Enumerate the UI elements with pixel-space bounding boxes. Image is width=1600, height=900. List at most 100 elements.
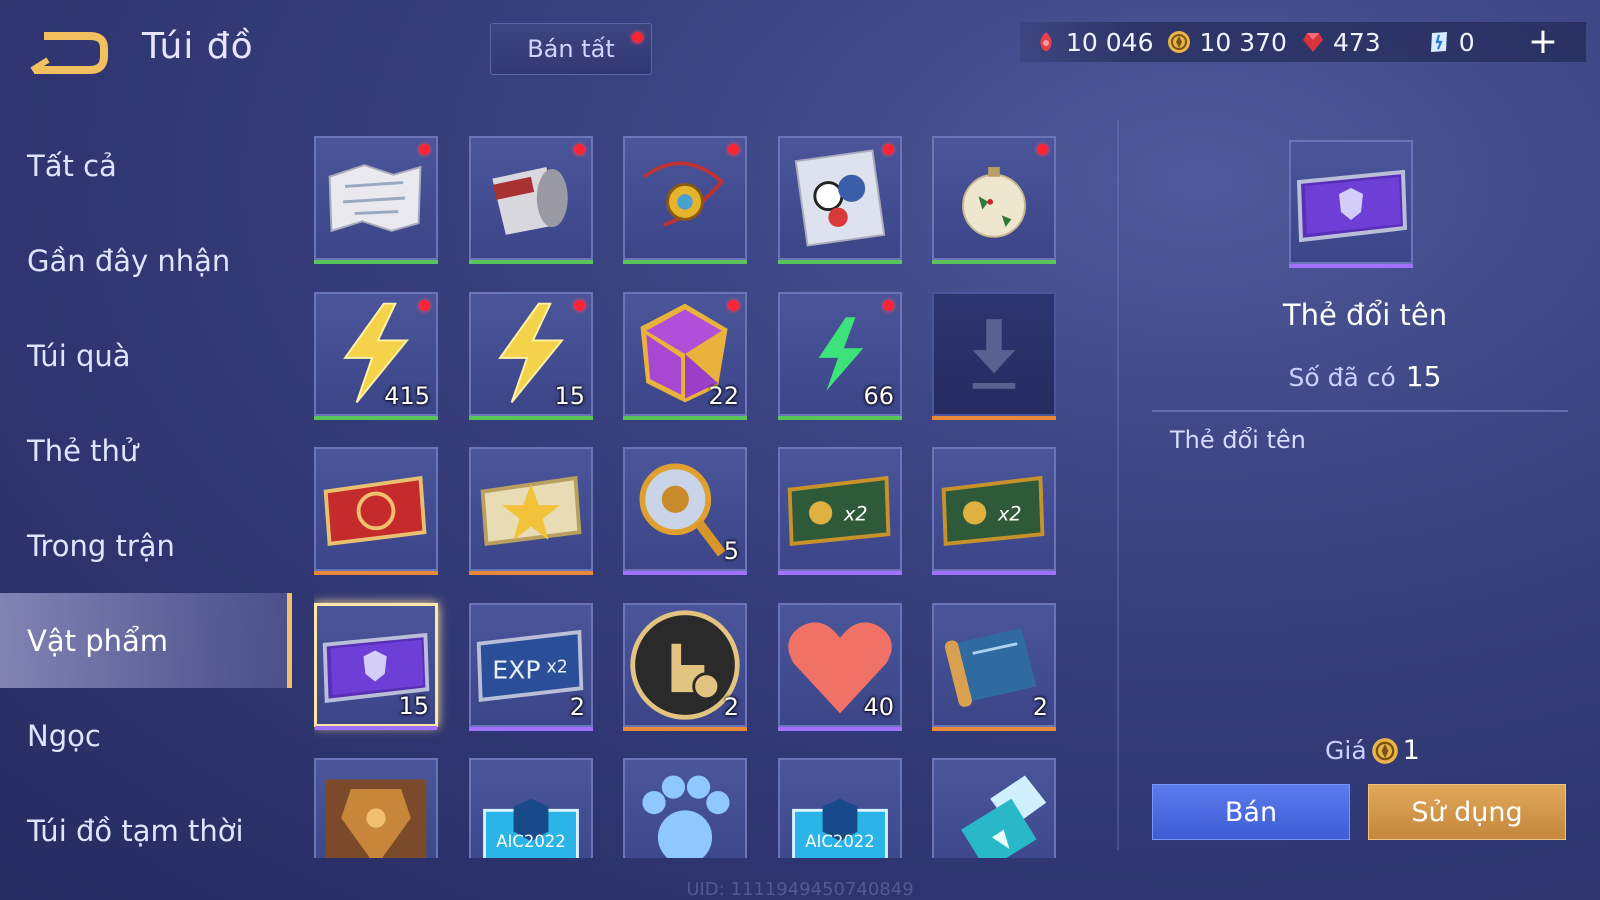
svg-text:EXP: EXP [492,656,540,685]
inventory-slot[interactable] [932,758,1056,858]
item-count: 2 [1032,693,1048,721]
rarity-bar [469,416,593,420]
user-id: UID: 1111949450740849 [686,879,914,900]
inventory-slot[interactable]: 2 [932,603,1056,731]
inventory-slot[interactable] [314,136,438,264]
sell-all-button[interactable]: Bán tất [490,23,652,75]
inventory-slot[interactable]: 2 [623,603,747,731]
new-item-dot [728,144,739,155]
sidebar-item-recent[interactable]: Gần đây nhận [0,213,292,308]
item-detail-panel: Thẻ đổi tên Số đã có 15 Thẻ đổi tên Giá 1… [1150,120,1580,860]
panel-divider [1117,120,1119,850]
sidebar-item-temp-bag[interactable]: Túi đồ tạm thời [0,783,292,878]
new-item-dot [419,300,430,311]
currency-value: 0 [1458,27,1475,57]
christmas-ornament-icon [962,167,1026,238]
detail-divider [1152,410,1568,412]
sidebar-item-gems[interactable]: Ngọc [0,688,292,783]
sell-button[interactable]: Bán [1152,784,1350,840]
new-item-dot [728,300,739,311]
rarity-bar [314,571,438,575]
rarity-bar [623,416,747,420]
sidebar-item-gift-bags[interactable]: Túi quà [0,308,292,403]
add-currency-button[interactable]: + [1528,24,1558,60]
inventory-slot[interactable]: x2 [932,447,1056,575]
back-button[interactable] [28,30,108,74]
owned-label: Số đã có [1288,363,1396,392]
sidebar-item-in-match[interactable]: Trong trận [0,498,292,593]
inventory-slot[interactable]: 66 [778,292,902,420]
red-ticket-icon [323,475,427,547]
top-bar: Túi đồ Bán tất 10 046 10 370 473 0 + [0,0,1600,95]
rarity-bar [314,416,438,420]
inventory-slot[interactable] [932,136,1056,264]
svg-text:x2: x2 [843,503,868,526]
amulet-necklace-icon [643,161,725,227]
sidebar-item-label: Túi đồ tạm thời [27,813,244,848]
currency-value: 473 [1332,27,1381,57]
inventory-slot[interactable]: EXP x2 2 [469,603,593,731]
sidebar-item-label: Vật phẩm [27,623,169,658]
inventory-slot[interactable]: AIC2022 [469,758,593,858]
sell-all-label: Bán tất [527,35,615,63]
inventory-slot[interactable]: 15 [469,292,593,420]
inventory-slot[interactable] [314,758,438,858]
category-sidebar: Tất cả Gần đây nhận Túi quà Thẻ thử Tron… [0,118,292,878]
currency-red-gem: 10 046 [1034,28,1153,57]
rarity-bar [778,727,902,731]
rarity-bar [315,726,437,730]
inventory-slot[interactable]: 415 [314,292,438,420]
aic2022-ticket-icon: AIC2022 [792,798,888,858]
inventory-slot[interactable] [469,447,593,575]
price-label: Giá [1325,736,1367,765]
new-item-dot [574,300,585,311]
inventory-slot[interactable]: 22 [623,292,747,420]
currency-bar: 10 046 10 370 473 0 + [1020,22,1586,62]
item-count: 415 [384,382,430,410]
rarity-bar [623,727,747,731]
item-count: 2 [723,693,739,721]
map-scroll-icon [328,164,422,233]
page-title: Túi đồ [142,26,254,67]
inventory-slot[interactable]: AIC2022 [778,758,902,858]
inventory-slot[interactable] [469,136,593,264]
rarity-bar [932,416,1056,420]
sidebar-item-label: Gần đây nhận [27,243,231,278]
item-count: 5 [723,537,739,565]
notification-dot [632,32,643,43]
sidebar-item-trial-cards[interactable]: Thẻ thử [0,403,292,498]
currency-value: 10 370 [1199,27,1287,57]
inventory-slot[interactable]: 15 [314,603,438,730]
inventory-slot[interactable]: 40 [778,603,902,731]
rarity-bar [469,260,593,264]
owned-value: 15 [1405,360,1442,393]
svg-text:x2: x2 [997,503,1022,526]
rarity-bar [1289,264,1413,268]
ticket-label: AIC2022 [496,832,565,851]
inventory-slot[interactable]: x2 [778,447,902,575]
currency-value: 10 046 [1066,27,1154,57]
inventory-slot[interactable] [932,292,1056,420]
rarity-bar [314,260,438,264]
back-arrow-icon [30,32,108,74]
sidebar-item-all[interactable]: Tất cả [0,118,292,213]
ruby-icon [1302,33,1323,52]
item-count: 15 [554,382,585,410]
rarity-bar [469,571,593,575]
ticket-label: AIC2022 [805,832,874,851]
blue-voucher-icon [1430,32,1447,52]
inventory-slot[interactable]: 5 [623,447,747,575]
item-count: 40 [863,693,894,721]
inventory-slot[interactable] [314,447,438,575]
use-button[interactable]: Sử dụng [1368,784,1566,840]
inventory-slot[interactable] [623,136,747,264]
rarity-bar [778,416,902,420]
sidebar-item-items[interactable]: Vật phẩm [0,593,292,688]
rarity-bar [623,260,747,264]
currency-voucher: 0 [1427,28,1475,57]
rarity-bar [778,571,902,575]
new-item-dot [883,300,894,311]
owned-count: Số đã có 15 [1150,360,1580,393]
inventory-slot[interactable] [778,136,902,264]
inventory-slot[interactable] [623,758,747,858]
